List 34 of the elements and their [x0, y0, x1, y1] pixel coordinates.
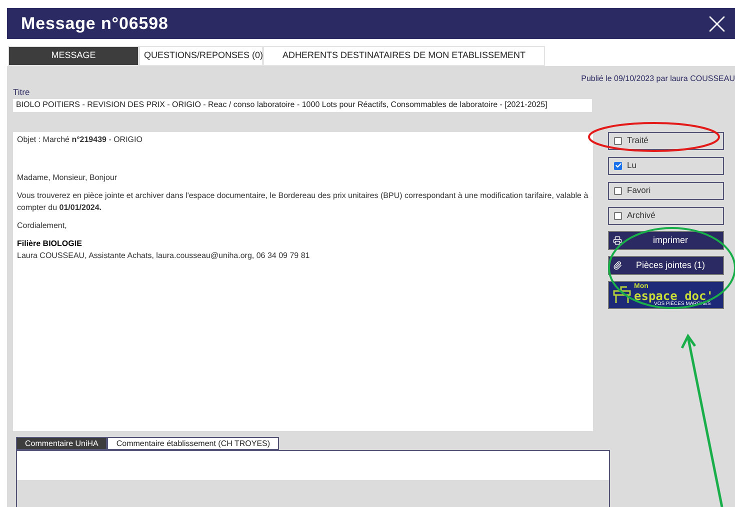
checkbox[interactable] — [614, 162, 622, 170]
checkbox[interactable] — [614, 136, 622, 145]
message-paragraph: Vous trouverez en pièce jointe et archiver dans l'espace documentaire, le Bordereau des prix unitaires (BPU) correspondant à une modification tarifaire, valable à compter du 01/01/2024. — [17, 190, 589, 214]
tab[interactable]: MESSAGE — [8, 46, 139, 66]
flag-checkbox[interactable]: Traité — [608, 132, 724, 150]
checkbox-label: Archivé — [627, 209, 656, 222]
flag-checkbox[interactable]: Archivé — [608, 206, 724, 225]
comment-tab[interactable]: Commentaire établissement (CH TROYES) — [107, 436, 280, 450]
signature-line: Laura COUSSEAU, Assistante Achats, laura.cousseau@uniha.org, 06 34 09 79 81 — [17, 250, 311, 262]
window-title: Message n°06598 — [21, 12, 168, 35]
printer-icon — [613, 236, 622, 245]
signature-title: Filière BIOLOGIE — [17, 238, 83, 250]
message-paragraph: Madame, Monsieur, Bonjour — [17, 172, 118, 184]
comment-field[interactable] — [17, 450, 609, 480]
attachments-button[interactable]: Pièces jointes (1) — [608, 256, 724, 275]
comment-tab[interactable]: Commentaire UniHA — [16, 436, 108, 450]
paperclip-icon — [613, 260, 622, 270]
logo-main-text: espace doc' — [634, 290, 714, 302]
message-subject: Objet : Marché n°219439 - ORIGIO — [17, 134, 144, 146]
published-info: Publié le 09/10/2023 par laura COUSSEAU — [581, 73, 735, 85]
tab[interactable]: QUESTIONS/REPONSES (0) — [139, 46, 263, 66]
title-field[interactable]: BIOLO POITIERS - REVISION DES PRIX - ORIGIO - Reac / conso laboratoire - 1000 Lots pour Réactifs, Consommables de laboratoire - [2021-2025] — [13, 98, 592, 112]
flag-checkbox[interactable]: Favori — [608, 182, 724, 200]
print-button[interactable]: imprimer — [608, 230, 724, 250]
checkbox[interactable] — [614, 186, 622, 195]
title-label: Titre — [13, 86, 30, 99]
message-paragraph: Cordialement, — [17, 220, 68, 232]
desk-icon — [612, 284, 632, 305]
checkbox-label: Favori — [627, 184, 651, 198]
checkbox-label: Lu — [627, 159, 636, 172]
checkbox[interactable] — [614, 212, 622, 220]
tab[interactable]: ADHERENTS DESTINATAIRES DE MON ETABLISSEMENT — [263, 46, 545, 66]
flag-checkbox[interactable]: Lu — [608, 156, 724, 175]
checkbox-label: Traité — [627, 134, 648, 148]
